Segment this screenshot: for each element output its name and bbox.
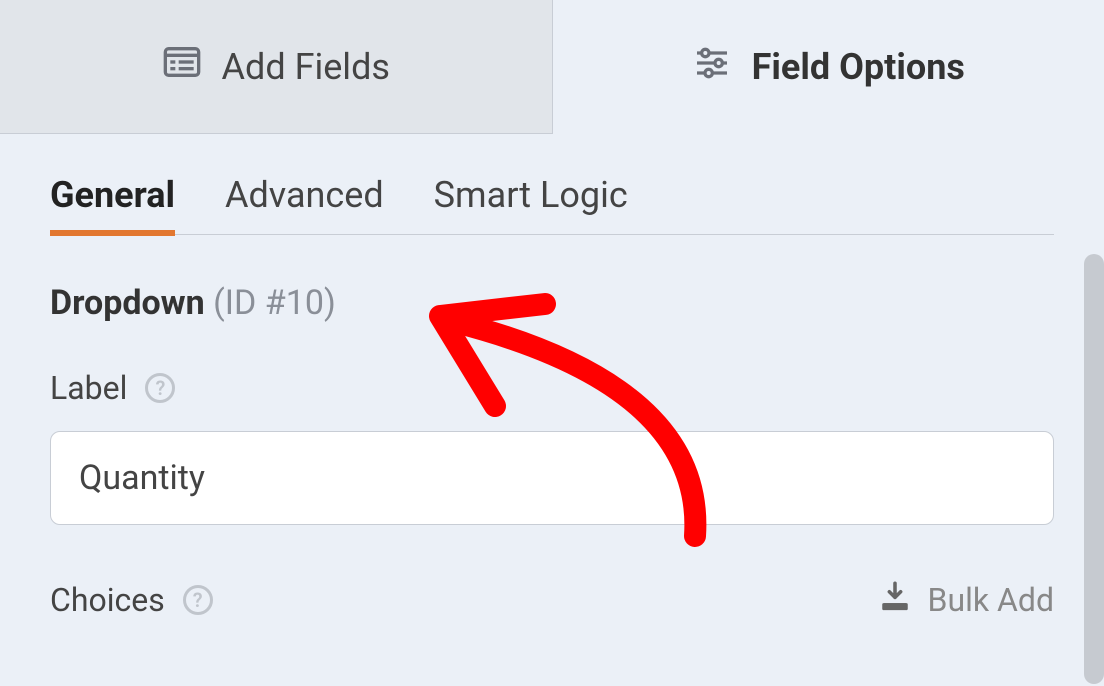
tab-add-fields-label: Add Fields [222, 46, 390, 88]
tab-add-fields[interactable]: Add Fields [0, 0, 553, 134]
tab-field-options[interactable]: Field Options [553, 0, 1104, 134]
field-type-label: Dropdown [50, 283, 205, 323]
field-heading: Dropdown (ID #10) [50, 283, 1054, 323]
subtab-general[interactable]: General [50, 174, 175, 234]
help-icon[interactable]: ? [145, 373, 175, 403]
label-input[interactable] [50, 431, 1054, 525]
subtab-smart-logic[interactable]: Smart Logic [434, 174, 628, 234]
help-icon[interactable]: ? [183, 585, 213, 615]
list-icon [162, 42, 202, 91]
bulk-add-label: Bulk Add [928, 581, 1054, 619]
choices-title: Choices [50, 581, 165, 619]
field-id-label: (ID #10) [213, 283, 336, 323]
tab-field-options-label: Field Options [752, 46, 965, 88]
bulk-add-button[interactable]: Bulk Add [878, 579, 1054, 621]
download-icon [878, 579, 912, 621]
scrollbar[interactable] [1084, 254, 1104, 684]
sliders-icon [692, 43, 732, 92]
label-title: Label [50, 369, 127, 407]
subtab-advanced[interactable]: Advanced [225, 174, 384, 234]
